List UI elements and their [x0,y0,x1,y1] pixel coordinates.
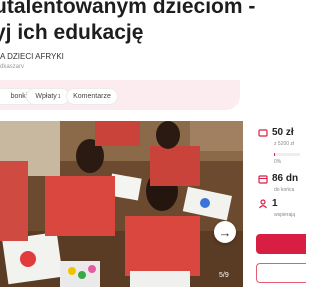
funding-progress-bar [274,153,300,156]
gallery-photo[interactable] [0,121,243,287]
raised-amount: 50 zł [272,127,294,138]
supporters-label: wspierają [274,212,296,218]
tab-komentarze-label: Komentarze [73,93,111,100]
funding-progress-fill [274,153,275,156]
tab-wplaty-label: Wpłaty [35,93,57,100]
tab-komentarze[interactable]: Komentarze [66,88,118,105]
organization-name[interactable]: A DZIECI AFRYKI [0,52,64,61]
page-title-line-2: yj ich edukację [0,21,144,44]
raised-goal-text: z 5200 zł [274,141,295,147]
classroom-photo [0,121,243,287]
supporters-count: 1 [272,198,278,209]
tab-wplaty[interactable]: Wpłaty 1 [26,88,70,105]
page-title-line-1: utalentowanym dzieciom - [0,0,256,18]
supporters-icon [259,199,267,209]
funding-percent: 0% [274,159,282,165]
organization-subtitle: dkaszarv [0,64,25,70]
calendar-icon [258,175,268,184]
gallery-counter: 5/9 [219,272,229,279]
days-left-label: do końca [274,187,295,193]
days-left: 86 dn [272,173,299,184]
support-button[interactable] [256,234,306,254]
tab-wplaty-count: 1 [57,93,61,100]
share-button[interactable] [256,263,306,283]
arrow-right-icon: → [218,224,232,240]
tab-zbiorki-label: bonki [10,93,28,100]
page-title: utalentowanym dzieciom - yj ich edukację [0,0,304,46]
money-icon [258,129,268,137]
next-photo-button[interactable]: → [214,221,236,243]
